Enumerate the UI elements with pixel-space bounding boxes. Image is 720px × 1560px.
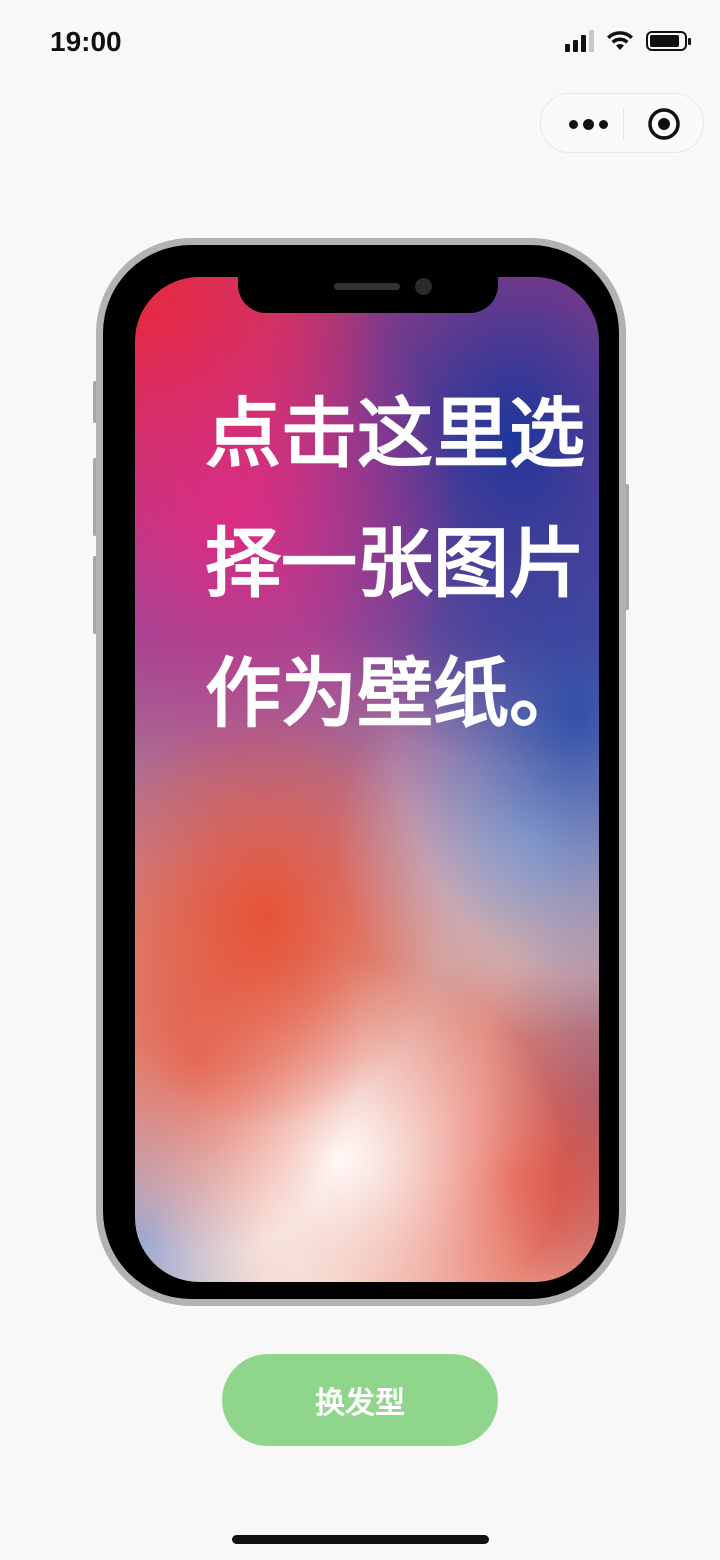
phone-notch [238,275,498,313]
mini-program-capsule [540,93,704,153]
close-target-icon[interactable] [647,107,681,141]
battery-icon [646,31,691,51]
signal-icon [565,30,594,52]
speaker-grille [334,283,400,290]
status-icons [565,30,692,52]
home-indicator[interactable] [232,1535,489,1544]
status-bar: 19:00 [0,0,720,90]
phone-bezel: 点击这里选择一张图片作为壁纸。 [103,245,619,1299]
capsule-divider [623,108,624,140]
wallpaper-prompt-text[interactable]: 点击这里选择一张图片作为壁纸。 [205,369,585,759]
front-camera [415,278,432,295]
status-time: 19:00 [50,26,122,57]
wallpaper-preview[interactable]: 点击这里选择一张图片作为壁纸。 [135,277,599,1282]
phone-mockup: 点击这里选择一张图片作为壁纸。 [93,238,629,1306]
more-icon[interactable] [563,94,613,154]
wifi-icon [607,31,633,50]
change-hairstyle-button[interactable]: 换发型 [222,1354,498,1446]
